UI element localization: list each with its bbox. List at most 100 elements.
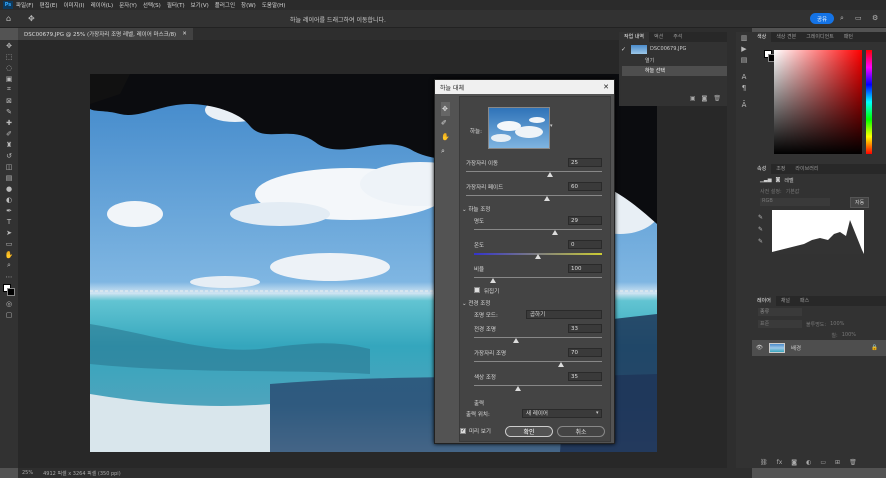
history-item[interactable]: 열기: [619, 56, 727, 66]
hand-icon[interactable]: ✋: [0, 249, 18, 260]
tab-libraries[interactable]: 라이브러리: [790, 164, 823, 174]
color-swatches[interactable]: [0, 282, 18, 298]
settings-icon[interactable]: ⚙: [872, 14, 878, 22]
color-adjust-input[interactable]: 35: [568, 372, 602, 381]
actions-panel-icon[interactable]: ▶: [736, 43, 752, 54]
opacity-value[interactable]: 100%: [830, 321, 844, 327]
blur-icon[interactable]: ●: [0, 183, 18, 194]
hue-slider[interactable]: [866, 50, 872, 154]
character-panel-icon[interactable]: A: [736, 71, 752, 82]
preset-value[interactable]: 기본값: [786, 188, 800, 195]
new-layer-icon[interactable]: ⊞: [835, 459, 840, 466]
visibility-eye-icon[interactable]: 👁: [756, 345, 763, 351]
sky-brush-icon[interactable]: ✐: [441, 116, 450, 130]
menu-window[interactable]: 창(W): [241, 1, 256, 9]
dodge-icon[interactable]: ◐: [0, 194, 18, 205]
history-snapshot[interactable]: ✓ DSC00679.JPG: [619, 42, 727, 56]
close-icon[interactable]: ✕: [603, 83, 609, 91]
layer-style-icon[interactable]: fx: [777, 459, 783, 466]
quick-mask-icon[interactable]: ◎: [0, 298, 18, 309]
eyedropper-icon[interactable]: ✎: [0, 106, 18, 117]
auto-button[interactable]: 자동: [850, 196, 870, 208]
add-mask-icon[interactable]: ◙: [791, 459, 797, 466]
crop-icon[interactable]: ⌗: [0, 84, 18, 95]
tab-color[interactable]: 색상: [752, 32, 772, 42]
adjustment-layer-icon[interactable]: ◐: [806, 459, 811, 466]
color-adjust-track[interactable]: [474, 385, 602, 386]
channel-select[interactable]: RGB: [760, 198, 830, 206]
menu-help[interactable]: 도움말(H): [262, 1, 286, 9]
zoom-level[interactable]: 25%: [22, 470, 33, 476]
type-icon[interactable]: T: [0, 216, 18, 227]
tab-history[interactable]: 작업 내역: [619, 32, 649, 42]
history-brush-icon[interactable]: ↺: [0, 150, 18, 161]
group-icon[interactable]: ▭: [820, 459, 826, 466]
menu-image[interactable]: 이미지(I): [63, 1, 84, 9]
glyphs-panel-icon[interactable]: Ā: [736, 99, 752, 110]
pen-icon[interactable]: ✒: [0, 205, 18, 216]
sky-move-tool-icon[interactable]: ✥: [441, 102, 450, 116]
cancel-button[interactable]: 취소: [557, 426, 605, 437]
temperature-input[interactable]: 0: [568, 240, 602, 249]
gray-eyedropper-icon[interactable]: ✎: [758, 224, 763, 236]
ok-button[interactable]: 확인: [505, 426, 553, 437]
new-document-icon[interactable]: ▣: [690, 95, 696, 102]
preview-checkbox[interactable]: ✓: [460, 428, 466, 434]
brightness-slider[interactable]: [552, 230, 558, 235]
edge-light-track[interactable]: [474, 361, 602, 362]
tab-gradients[interactable]: 그레이디언트: [801, 32, 839, 42]
layer-filter-select[interactable]: 종류: [758, 308, 802, 316]
eraser-icon[interactable]: ◫: [0, 161, 18, 172]
color-field[interactable]: [774, 50, 862, 154]
edge-light-slider[interactable]: [558, 362, 564, 367]
flip-checkbox[interactable]: [474, 287, 480, 293]
tab-notes[interactable]: 주석: [668, 32, 687, 42]
edge-light-input[interactable]: 70: [568, 348, 602, 357]
menu-filter[interactable]: 필터(T): [167, 1, 185, 9]
tab-adjustments[interactable]: 조정: [771, 164, 790, 174]
fade-edge-input[interactable]: 60: [568, 182, 602, 191]
snapshot-icon[interactable]: ◙: [702, 95, 708, 102]
background-color[interactable]: [7, 288, 15, 296]
path-select-icon[interactable]: ➤: [0, 227, 18, 238]
gradient-icon[interactable]: ▤: [0, 172, 18, 183]
brush-icon[interactable]: ✐: [0, 128, 18, 139]
tab-actions[interactable]: 액션: [649, 32, 668, 42]
marquee-icon[interactable]: ⬚: [0, 51, 18, 62]
scale-slider[interactable]: [490, 278, 496, 283]
home-icon[interactable]: ⌂: [6, 14, 11, 23]
shape-icon[interactable]: ▭: [0, 238, 18, 249]
hand-icon[interactable]: ✋: [441, 130, 450, 144]
move-tool-icon[interactable]: ✥: [28, 14, 35, 23]
object-select-icon[interactable]: ▣: [0, 73, 18, 84]
fg-adjust-header[interactable]: ⌄ 전경 조정: [462, 299, 490, 307]
frame-icon[interactable]: ⊠: [0, 95, 18, 106]
levels-input-slider[interactable]: [772, 255, 864, 259]
stamp-icon[interactable]: ♜: [0, 139, 18, 150]
notes-panel-icon[interactable]: ▤: [736, 54, 752, 65]
link-layers-icon[interactable]: ⛓: [760, 459, 768, 466]
chevron-down-icon[interactable]: ▾: [550, 123, 553, 129]
zoom-icon[interactable]: ⌕: [441, 144, 450, 158]
brightness-track[interactable]: [474, 229, 602, 230]
black-eyedropper-icon[interactable]: ✎: [758, 212, 763, 224]
blend-mode-select[interactable]: 표준: [758, 320, 802, 328]
menu-edit[interactable]: 편집(E): [40, 1, 58, 9]
mask-icon[interactable]: ◙: [776, 177, 781, 183]
brightness-input[interactable]: 29: [568, 216, 602, 225]
white-eyedropper-icon[interactable]: ✎: [758, 236, 763, 248]
history-item-active[interactable]: 하늘 선택: [622, 66, 727, 76]
search-icon[interactable]: ⌕: [840, 14, 844, 23]
zoom-icon[interactable]: ⌕: [0, 260, 18, 271]
menu-file[interactable]: 파일(F): [16, 1, 34, 9]
layer-row[interactable]: 👁 배경 🔒: [752, 340, 886, 356]
color-adjust-slider[interactable]: [515, 386, 521, 391]
menu-view[interactable]: 보기(V): [191, 1, 209, 9]
workspace-icon[interactable]: ▭: [855, 14, 862, 22]
close-tab-icon[interactable]: ✕: [182, 31, 187, 37]
sky-adjust-header[interactable]: ⌄ 하늘 조정: [462, 205, 490, 213]
menu-plugins[interactable]: 플러그인: [215, 1, 235, 9]
healing-icon[interactable]: ✚: [0, 117, 18, 128]
fg-light-track[interactable]: [474, 337, 602, 338]
fg-light-input[interactable]: 33: [568, 324, 602, 333]
